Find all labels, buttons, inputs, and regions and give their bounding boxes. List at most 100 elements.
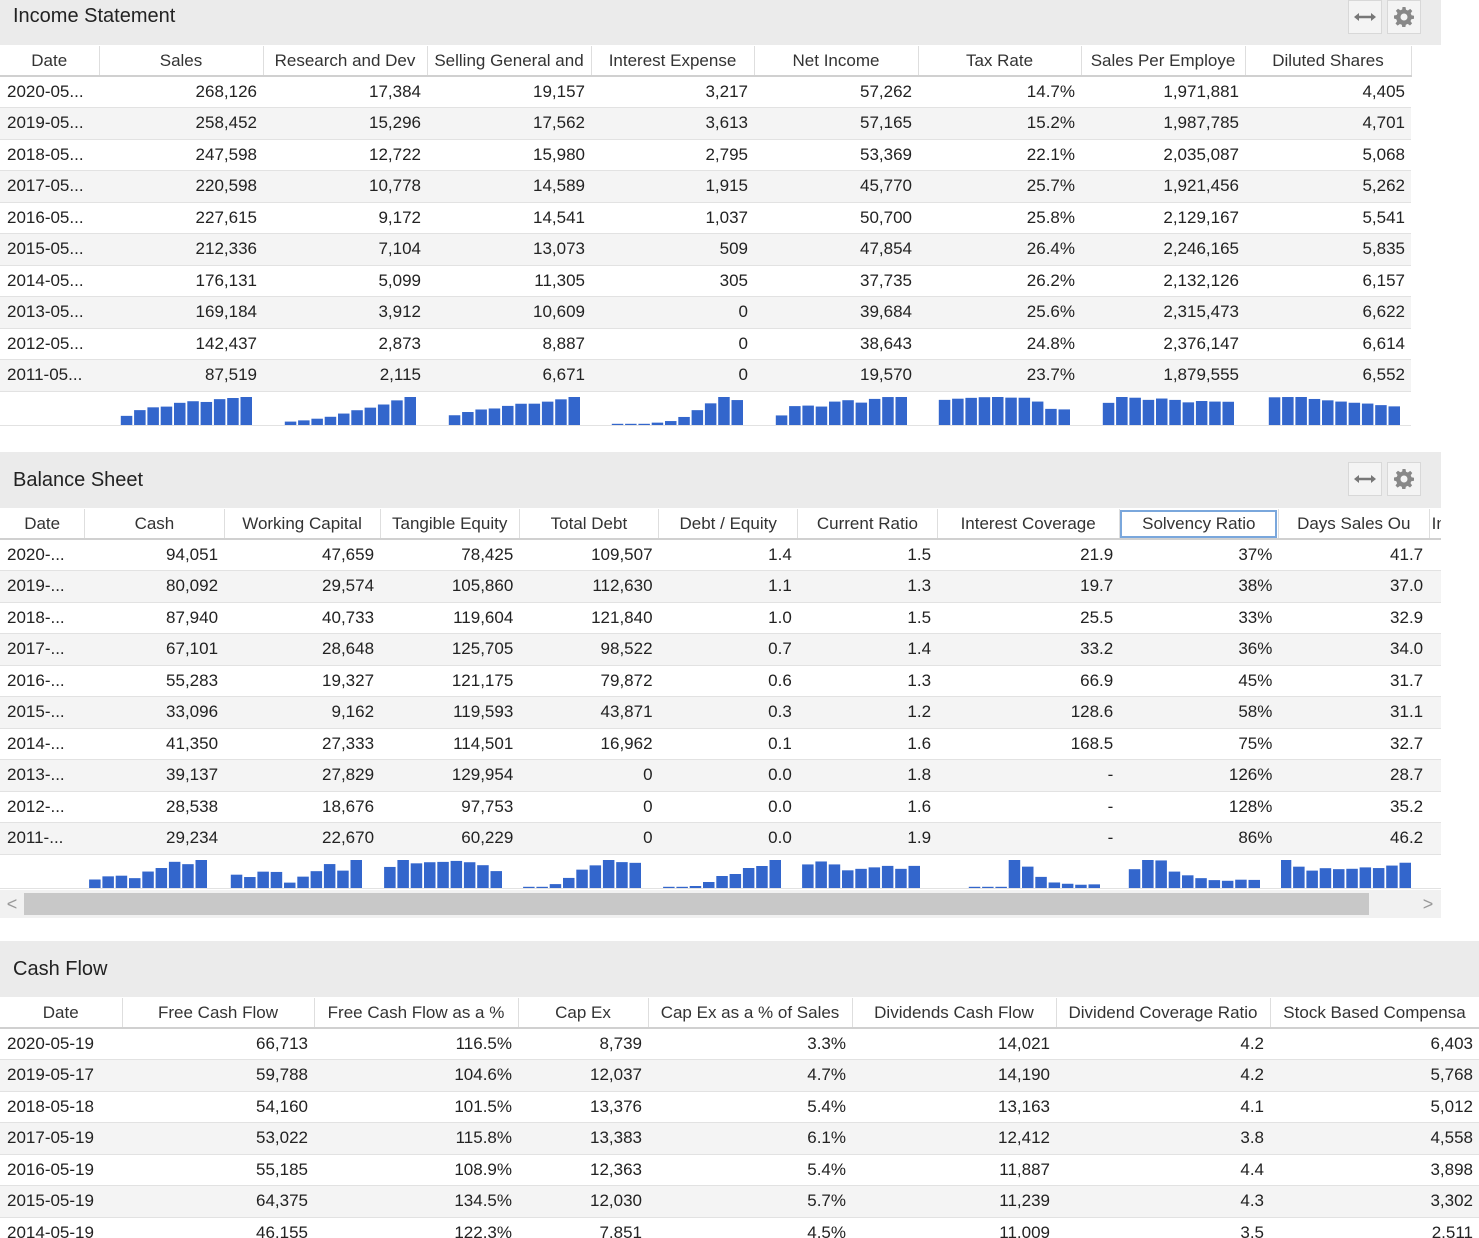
table-row[interactable]: 2020-05-19 66,713 116.5% 8,739 3.3% 14,021 4.2… [0, 1028, 1479, 1060]
sparkline-bar [1386, 865, 1399, 887]
column-header[interactable]: Net Income [754, 46, 919, 77]
table-cell: 1.2 [797, 696, 938, 729]
table-cell: 38% [1119, 570, 1279, 603]
table-cell: 12,030 [518, 1185, 648, 1218]
column-header[interactable]: Interest Expense [591, 46, 755, 77]
table-cell: 3,898 [1270, 1154, 1479, 1186]
expand-button[interactable] [1348, 0, 1382, 34]
table-cell: 114,501 [380, 728, 520, 760]
column-header[interactable]: Cash [84, 509, 225, 540]
sparkline-bar [200, 401, 213, 424]
table-cell: 3.3% [648, 1028, 852, 1060]
table-row[interactable]: 2011-... 29,234 22,670 60,229 0 0.0 1.9-86% 46.… [0, 822, 1441, 855]
sparkline-cell [1119, 854, 1279, 889]
sparkline-cell [937, 854, 1120, 889]
table-row[interactable]: 2020-... 94,051 47,659 78,425 109,507 1.4 1.5 2… [0, 539, 1441, 571]
column-header[interactable]: Dividends Cash Flow [852, 998, 1057, 1029]
column-header[interactable]: Date [0, 509, 86, 540]
column-header[interactable]: Inventor [1429, 509, 1441, 540]
column-header[interactable]: Sales Per Employe [1081, 46, 1246, 77]
column-header[interactable]: Selling General and [427, 46, 592, 77]
column-header[interactable]: Diluted Shares [1245, 46, 1412, 77]
table-row[interactable]: 2016-... 55,283 19,327 121,175 79,872 0.6 1.3 6… [0, 665, 1441, 697]
table-cell: 47,854 [754, 233, 918, 266]
table-cell: 5.7% [648, 1185, 852, 1218]
table-row[interactable]: 2014-... 41,350 27,333 114,501 16,962 0.1 1.6 1… [0, 728, 1441, 760]
column-header[interactable]: Total Debt [519, 509, 660, 540]
column-header[interactable]: Working Capital [224, 509, 381, 540]
column-header[interactable]: Free Cash Flow [122, 998, 315, 1029]
table-row[interactable]: 2017-05... 220,598 10,778 14,589 1,915 45,770… [0, 170, 1411, 203]
column-header[interactable]: Date [0, 998, 123, 1029]
table-row[interactable]: 2013-05... 169,184 3,912 10,609 0 39,684 25.6%… [0, 296, 1411, 329]
table-row[interactable]: 2012-05... 142,437 2,873 8,887 0 38,643 24.8% 2… [0, 328, 1411, 360]
column-header[interactable]: Debt / Equity [658, 509, 799, 540]
sparkline-cell [224, 854, 381, 889]
cash-flow-table: Date Free Cash Flow Free Cash Flow as a % C… [0, 998, 1479, 1238]
table-row[interactable]: 2014-05-19 46,155 122.3% 7,851 4.5% 11,009 3.5… [0, 1217, 1479, 1238]
sparkline-chart [1268, 396, 1400, 424]
table-row[interactable]: 2015-05... 212,336 7,104 13,073 509 47,854 26.… [0, 233, 1411, 266]
sparkline-bar [1182, 401, 1195, 424]
table-row[interactable]: 2011-05... 87,519 2,115 6,671 0 19,570 23.7% 1,… [0, 359, 1411, 392]
sparkline-bar [755, 865, 768, 887]
scroll-right-arrow[interactable]: > [1418, 893, 1438, 915]
table-cell: 125,705 [380, 633, 520, 666]
table-row[interactable]: 2017-05-19 53,022 115.8% 13,383 6.1% 12,412 3.… [0, 1122, 1479, 1155]
table-row[interactable]: 2016-05... 227,615 9,172 14,541 1,037 50,700 2… [0, 202, 1411, 234]
horizontal-scrollbar[interactable]: < > [0, 890, 1441, 918]
table-row[interactable]: 2018-05... 247,598 12,722 15,980 2,795 53,369… [0, 139, 1411, 171]
scroll-left-arrow[interactable]: < [2, 893, 22, 915]
column-header[interactable]: Sales [99, 46, 264, 77]
table-cell: 39,684 [754, 296, 918, 329]
table-row[interactable]: 2019-05-17 59,788 104.6% 12,037 4.7% 14,190 4.… [0, 1059, 1479, 1092]
column-header[interactable]: Dividend Coverage Ratio [1056, 998, 1271, 1029]
column-header[interactable]: Current Ratio [797, 509, 938, 540]
table-row[interactable]: 2015-... 33,096 9,162 119,593 43,871 0.3 1.2 12… [0, 696, 1441, 729]
table-row[interactable]: 2019-05... 258,452 15,296 17,562 3,613 57,165… [0, 107, 1411, 140]
table-cell: 5,541 [1245, 202, 1411, 234]
sparkline-bar [227, 397, 239, 424]
table-cell: 55,283 [84, 665, 225, 697]
column-header[interactable]: Days Sales Ou [1278, 509, 1430, 540]
table-cell: 0 [591, 359, 754, 392]
sparkline-chart [938, 396, 1070, 424]
date-cell: 2019-05-17 [0, 1059, 122, 1092]
settings-button[interactable] [1387, 462, 1421, 496]
table-row[interactable]: 2020-05... 268,126 17,384 19,157 3,217 57,262… [0, 76, 1411, 108]
gear-icon [1394, 469, 1414, 489]
date-cell: 2015-05-19 [0, 1185, 122, 1218]
column-header[interactable]: Interest Coverage [937, 509, 1120, 540]
table-row[interactable]: 2017-... 67,101 28,648 125,705 98,522 0.7 1.4 3… [0, 633, 1441, 666]
scrollbar-thumb[interactable] [24, 893, 1369, 915]
table-row[interactable]: 2015-05-19 64,375 134.5% 12,030 5.7% 11,239 4.… [0, 1185, 1479, 1218]
column-header[interactable]: Date [0, 46, 100, 77]
sparkline-bar [815, 860, 827, 887]
column-header[interactable]: Cap Ex [518, 998, 649, 1029]
table-cell: 1,987,785 [1081, 107, 1245, 140]
sparkline-bar [1142, 399, 1155, 424]
column-header[interactable]: Cap Ex as a % of Sales [648, 998, 853, 1029]
table-cell [1429, 602, 1441, 634]
column-header[interactable]: Research and Dev [263, 46, 428, 77]
column-header[interactable]: Tax Rate [918, 46, 1082, 77]
settings-button[interactable] [1387, 0, 1421, 34]
table-cell: 0 [591, 296, 754, 329]
table-cell: 4,701 [1245, 107, 1411, 140]
table-row[interactable]: 2018-... 87,940 40,733 119,604 121,840 1.0 1.5… [0, 602, 1441, 634]
column-header[interactable]: Stock Based Compensa [1270, 998, 1479, 1029]
table-cell: 13,163 [852, 1091, 1056, 1123]
column-header[interactable]: Tangible Equity [380, 509, 520, 540]
table-row[interactable]: 2016-05-19 55,185 108.9% 12,363 5.4% 11,887 4.… [0, 1154, 1479, 1186]
table-row[interactable]: 2013-... 39,137 27,829 129,954 0 0.0 1.8-126% 2… [0, 759, 1441, 792]
table-cell: 5,262 [1245, 170, 1411, 203]
column-header[interactable]: Free Cash Flow as a % [314, 998, 519, 1029]
table-row[interactable]: 2018-05-18 54,160 101.5% 13,376 5.4% 13,163 4.… [0, 1091, 1479, 1123]
table-row[interactable]: 2012-... 28,538 18,676 97,753 0 0.0 1.6-128% 35… [0, 791, 1441, 823]
expand-button[interactable] [1348, 462, 1382, 496]
sparkline-chart [523, 859, 642, 887]
table-row[interactable]: 2019-... 80,092 29,574 105,860 112,630 1.1 1.3… [0, 570, 1441, 603]
sparkline-bar [528, 403, 541, 424]
column-header[interactable]: Solvency Ratio [1119, 509, 1279, 540]
table-row[interactable]: 2014-05... 176,131 5,099 11,305 305 37,735 26.… [0, 265, 1411, 297]
